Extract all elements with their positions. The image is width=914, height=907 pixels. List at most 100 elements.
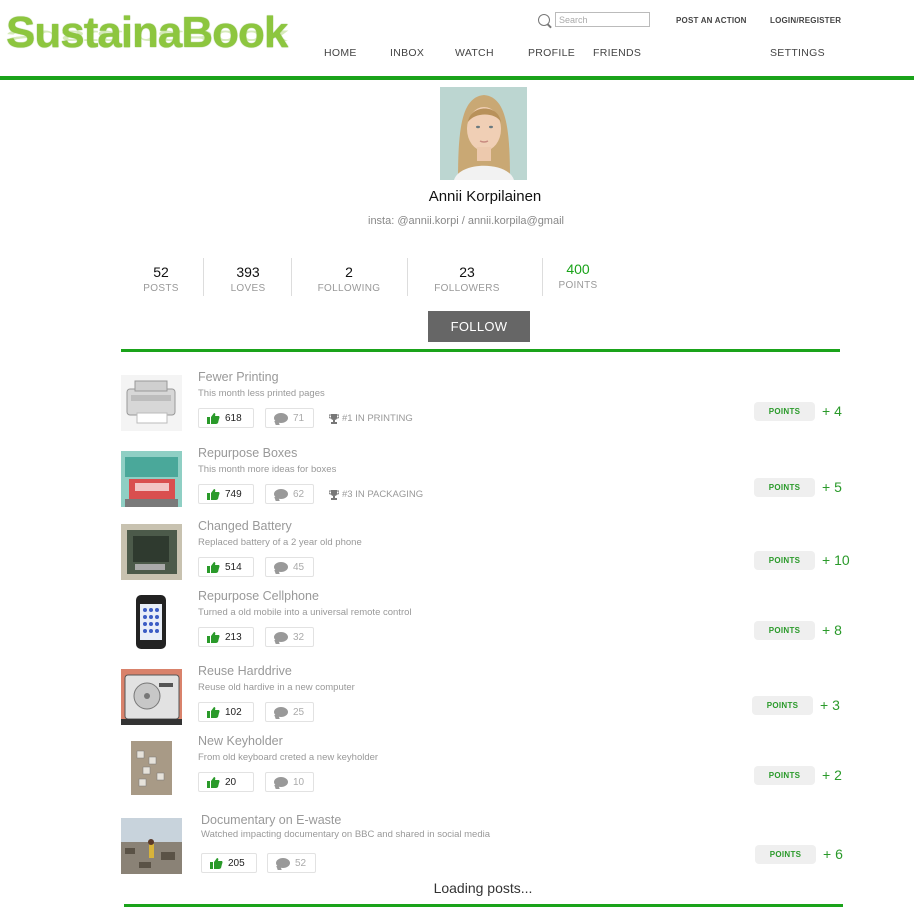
like-button[interactable]: 213 xyxy=(198,627,254,647)
comment-button[interactable]: 32 xyxy=(265,627,314,647)
comment-button[interactable]: 45 xyxy=(265,557,314,577)
post-item[interactable]: Reuse Harddrive Reuse old hardive in a n… xyxy=(121,664,861,736)
like-count: 213 xyxy=(225,631,242,643)
like-count: 205 xyxy=(228,857,245,869)
login-register-link[interactable]: LOGIN/REGISTER xyxy=(770,16,841,25)
like-count: 618 xyxy=(225,412,242,424)
like-button[interactable]: 20 xyxy=(198,772,254,792)
stat-following[interactable]: 2 FOLLOWING xyxy=(314,264,384,294)
nav-watch[interactable]: WATCH xyxy=(455,47,494,59)
thumbs-up-icon xyxy=(207,631,220,643)
points-badge: POINTS xyxy=(754,766,815,785)
post-description: Replaced battery of a 2 year old phone xyxy=(198,537,362,548)
post-item[interactable]: Repurpose Cellphone Turned a old mobile … xyxy=(121,589,861,661)
comment-count: 45 xyxy=(293,561,305,573)
post-item[interactable]: Documentary on E-waste Watched impacting… xyxy=(121,813,861,885)
stat-following-value: 2 xyxy=(345,264,353,280)
stat-followers-label: FOLLOWERS xyxy=(434,283,500,294)
post-thumbnail-ewaste xyxy=(121,818,182,874)
stat-loves[interactable]: 393 LOVES xyxy=(224,264,272,294)
points-badge: POINTS xyxy=(754,551,815,570)
points-badge: POINTS xyxy=(752,696,813,715)
points-value: + 8 xyxy=(822,622,842,638)
nav-settings[interactable]: SETTINGS xyxy=(770,47,825,59)
post-description: Turned a old mobile into a universal rem… xyxy=(198,607,412,618)
like-count: 102 xyxy=(225,706,242,718)
trophy-icon xyxy=(329,413,339,424)
stat-followers-value: 23 xyxy=(459,264,475,280)
stat-posts[interactable]: 52 POSTS xyxy=(140,264,182,294)
post-title[interactable]: Repurpose Cellphone xyxy=(198,589,319,603)
follow-button[interactable]: FOLLOW xyxy=(428,311,530,342)
post-thumbnail-boxes xyxy=(121,451,182,507)
post-action-link[interactable]: POST AN ACTION xyxy=(676,16,747,25)
comment-icon xyxy=(274,777,288,787)
header-divider xyxy=(0,76,914,80)
comment-count: 10 xyxy=(293,776,305,788)
comment-icon xyxy=(276,858,290,868)
comment-button[interactable]: 25 xyxy=(265,702,314,722)
nav-friends[interactable]: FRIENDS xyxy=(593,47,641,59)
like-count: 749 xyxy=(225,488,242,500)
post-description: From old keyboard creted a new keyholder xyxy=(198,752,379,763)
avatar xyxy=(440,87,527,180)
post-title[interactable]: New Keyholder xyxy=(198,734,283,748)
post-item[interactable]: Fewer Printing This month less printed p… xyxy=(121,370,861,442)
post-thumbnail-battery xyxy=(121,524,182,580)
nav-home[interactable]: HOME xyxy=(324,47,357,59)
points-badge: POINTS xyxy=(754,621,815,640)
logo[interactable]: SustainaBook SustainaBook xyxy=(6,8,306,74)
comment-button[interactable]: 71 xyxy=(265,408,314,428)
post-description: Reuse old hardive in a new computer xyxy=(198,682,355,693)
stat-posts-value: 52 xyxy=(153,264,169,280)
like-button[interactable]: 618 xyxy=(198,408,254,428)
stat-points-value: 400 xyxy=(566,261,590,277)
points-badge: POINTS xyxy=(754,478,815,497)
stat-divider xyxy=(542,258,543,296)
post-title[interactable]: Changed Battery xyxy=(198,519,292,533)
profile-divider xyxy=(121,349,840,352)
post-thumbnail-harddrive xyxy=(121,669,182,725)
rank-label: #1 IN PRINTING xyxy=(329,413,413,424)
thumbs-up-icon xyxy=(207,412,220,424)
nav-inbox[interactable]: INBOX xyxy=(390,47,424,59)
profile-name: Annii Korpilainen xyxy=(428,188,542,205)
comment-icon xyxy=(274,707,288,717)
post-description: This month more ideas for boxes xyxy=(198,464,337,475)
like-button[interactable]: 205 xyxy=(201,853,257,873)
post-thumbnail-cellphone xyxy=(121,594,182,650)
comment-button[interactable]: 10 xyxy=(265,772,314,792)
like-button[interactable]: 102 xyxy=(198,702,254,722)
post-title[interactable]: Reuse Harddrive xyxy=(198,664,292,678)
post-title[interactable]: Documentary on E-waste xyxy=(201,813,341,827)
like-button[interactable]: 514 xyxy=(198,557,254,577)
post-item[interactable]: Changed Battery Replaced battery of a 2 … xyxy=(121,519,861,591)
search-input[interactable] xyxy=(555,12,650,27)
comment-button[interactable]: 62 xyxy=(265,484,314,504)
post-description: This month less printed pages xyxy=(198,388,325,399)
search-icon[interactable] xyxy=(538,14,550,26)
stat-posts-label: POSTS xyxy=(143,283,179,294)
comment-count: 32 xyxy=(293,631,305,643)
trophy-icon xyxy=(329,489,339,500)
stat-divider xyxy=(291,258,292,296)
stat-following-label: FOLLOWING xyxy=(317,283,381,294)
post-title[interactable]: Fewer Printing xyxy=(198,370,279,384)
post-item[interactable]: Repurpose Boxes This month more ideas fo… xyxy=(121,446,861,518)
like-button[interactable]: 749 xyxy=(198,484,254,504)
comment-button[interactable]: 52 xyxy=(267,853,316,873)
thumbs-up-icon xyxy=(207,706,220,718)
comment-count: 71 xyxy=(293,412,305,424)
nav-profile[interactable]: PROFILE xyxy=(528,47,575,59)
stat-points[interactable]: 400 POINTS xyxy=(556,261,600,291)
like-count: 514 xyxy=(225,561,242,573)
post-title[interactable]: Repurpose Boxes xyxy=(198,446,297,460)
stat-followers[interactable]: 23 FOLLOWERS xyxy=(430,264,504,294)
points-value: + 5 xyxy=(822,479,842,495)
comment-icon xyxy=(274,632,288,642)
points-badge: POINTS xyxy=(754,402,815,421)
post-item[interactable]: New Keyholder From old keyboard creted a… xyxy=(121,734,861,806)
rank-text: #1 IN PRINTING xyxy=(342,413,413,424)
comment-count: 25 xyxy=(293,706,305,718)
post-thumbnail-keyholder xyxy=(121,739,182,795)
